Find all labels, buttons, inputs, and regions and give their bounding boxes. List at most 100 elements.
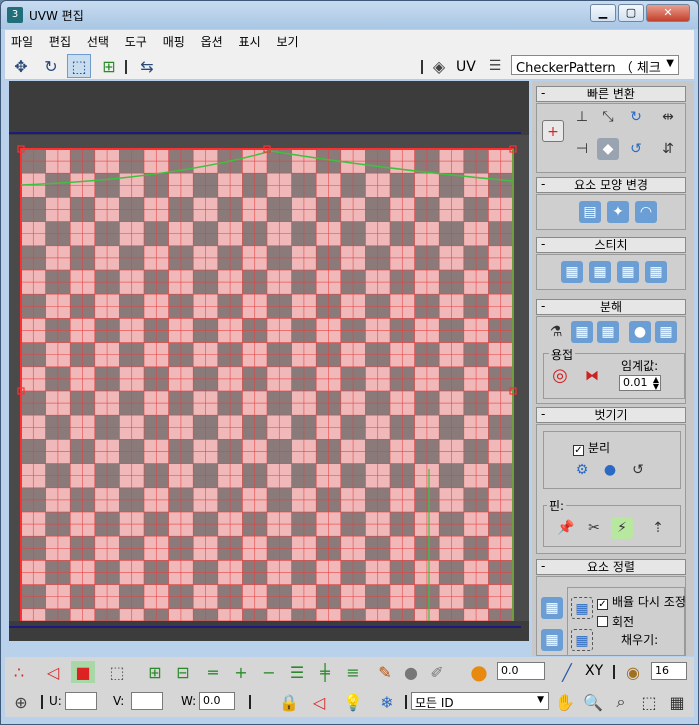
title-bar[interactable]: 3 UVW 편집 ▁ ▢ ✕ (1, 1, 698, 29)
space-horizontal-icon[interactable]: ⇹ (657, 106, 679, 128)
rollout-quick-transform[interactable]: - 빠른 변환 (536, 86, 686, 102)
edge-distance-field[interactable]: 16 (651, 662, 687, 680)
pack-normalize-icon[interactable]: ▦ (571, 597, 593, 619)
menu-edit[interactable]: 편집 (43, 30, 77, 50)
close-button[interactable]: ✕ (646, 4, 690, 22)
relax-icon[interactable]: ✦ (607, 201, 629, 223)
element-mode-icon[interactable]: ⬚ (105, 661, 129, 683)
edge-mode-icon[interactable]: ◁ (41, 661, 65, 683)
settings-icon[interactable]: ☰ (483, 54, 507, 78)
paint-select-icon[interactable]: ✎ (373, 661, 397, 683)
menu-display[interactable]: 표시 (233, 30, 267, 50)
straighten-selection-icon[interactable]: ▤ (579, 201, 601, 223)
align-horizontal-icon[interactable]: ⊥ (571, 106, 593, 128)
rotate-cw-icon[interactable]: ↻ (625, 106, 647, 128)
falloff-field[interactable]: 0.0 (497, 662, 545, 680)
loop-grow-icon[interactable]: + (229, 661, 253, 683)
scale-icon[interactable]: ⬚ (67, 54, 91, 78)
rotate-checkbox[interactable]: 회전 (597, 613, 634, 630)
select-pins-icon[interactable]: ⇡ (647, 517, 669, 539)
u-field[interactable] (65, 692, 97, 710)
weld-threshold-icon[interactable]: ⧓ (581, 365, 603, 387)
detach-edge-icon[interactable]: ▦ (571, 321, 593, 343)
w-field[interactable]: 0.0 (199, 692, 235, 710)
threshold-spinner[interactable]: 0.01 ▲ ▼ (619, 375, 661, 391)
pan-icon[interactable]: ✋ (553, 691, 577, 713)
rollout-reshape[interactable]: - 요소 모양 변경 (536, 177, 686, 193)
rollout-explode[interactable]: - 분해 (536, 299, 686, 315)
loop-shrink-icon[interactable]: − (257, 661, 281, 683)
v-field[interactable] (131, 692, 163, 710)
id-dropdown[interactable]: 모든 ID ▼ (411, 692, 549, 710)
grow-selection-icon[interactable]: ⊞ (143, 661, 167, 683)
unpin-icon[interactable]: ✂ (583, 517, 605, 539)
limit-icon[interactable]: ◉ (621, 661, 645, 683)
menu-tools[interactable]: 도구 (119, 30, 153, 50)
grid-snap-icon[interactable]: ▦ (665, 691, 689, 713)
soft-selection-icon[interactable]: ● (467, 660, 491, 684)
break-icon[interactable]: ⚗ (545, 321, 567, 343)
ring-grow-icon[interactable]: ╪ (313, 661, 337, 683)
align-pivot-icon[interactable]: + (542, 120, 564, 142)
zoom-icon[interactable]: 🔍 (581, 691, 605, 713)
ring-icon[interactable]: ☰ (285, 661, 309, 683)
rollout-peel[interactable]: - 벗기기 (536, 407, 686, 423)
absolute-offset-icon[interactable]: ⊕ (9, 691, 33, 713)
uv-canvas[interactable] (9, 81, 529, 641)
rollout-stitch[interactable]: - 스티치 (536, 237, 686, 253)
rescale-checkbox[interactable]: ✓ 배율 다시 조정 (597, 593, 686, 610)
pack-custom-icon[interactable]: ▦ (541, 597, 563, 619)
filter-icon[interactable]: ❄ (375, 691, 399, 713)
reset-peel-icon[interactable]: ↺ (627, 459, 649, 481)
menu-mapping[interactable]: 매핑 (157, 30, 191, 50)
stitch-source-icon[interactable]: ▦ (617, 261, 639, 283)
pack-together-icon[interactable]: ▦ (541, 629, 563, 651)
space-vertical-icon[interactable]: ⇵ (657, 138, 679, 160)
menu-select[interactable]: 선택 (81, 30, 115, 50)
freeze-icon[interactable]: 💡 (341, 691, 365, 713)
vertex-mode-icon[interactable]: ∴ (7, 661, 31, 683)
align-vertical-icon[interactable]: ⊣ (571, 138, 593, 160)
face-mode-icon[interactable]: ■ (71, 661, 95, 683)
menu-view[interactable]: 보기 (270, 30, 304, 50)
freeform-icon[interactable]: ⊞ (97, 54, 121, 78)
mirror-icon[interactable]: ⇆ (135, 54, 159, 78)
flatten-icon[interactable]: ▦ (597, 321, 619, 343)
sphere-icon[interactable]: ● (629, 321, 651, 343)
stitch-to-target-icon[interactable]: ▦ (561, 261, 583, 283)
paint-shrink-icon[interactable]: ✐ (425, 661, 449, 683)
peel-mode-icon[interactable]: ● (599, 459, 621, 481)
quick-peel-icon[interactable]: ⚙ (571, 459, 593, 481)
texture-dropdown[interactable]: CheckerPattern （ 체크 ▼ (511, 55, 679, 75)
shrink-selection-icon[interactable]: ⊟ (171, 661, 195, 683)
rotate-ccw-icon[interactable]: ↺ (625, 138, 647, 160)
move-icon[interactable]: ✥ (9, 54, 33, 78)
uv-viewport[interactable] (9, 81, 529, 641)
menu-options[interactable]: 옵션 (195, 30, 229, 50)
pack-rescale-icon[interactable]: ▦ (571, 629, 593, 651)
auto-pin-icon[interactable]: ⚡ (611, 517, 633, 539)
falloff-curve-icon[interactable]: ╱ (555, 661, 579, 683)
align-diagonal-icon[interactable]: ⤡ (597, 106, 619, 128)
paint-grow-icon[interactable]: ● (399, 661, 423, 683)
stitch-custom-icon[interactable]: ▦ (645, 261, 667, 283)
target-weld-icon[interactable]: ◎ (549, 365, 571, 387)
zoom-region-icon[interactable]: ⌕ (609, 691, 633, 713)
lock-icon[interactable]: 🔒 (277, 691, 301, 713)
straighten-icon[interactable]: ◆ (597, 138, 619, 160)
circle-icon[interactable]: ◠ (635, 201, 657, 223)
minimize-button[interactable]: ▁ (590, 4, 616, 22)
rotate-icon[interactable]: ↻ (39, 54, 63, 78)
checker-display-icon[interactable]: ◈ (427, 54, 451, 78)
maximize-button[interactable]: ▢ (618, 4, 644, 22)
detach-checkbox[interactable]: ✓ 분리 (573, 439, 610, 456)
pin-icon[interactable]: 📌 (555, 517, 577, 539)
zoom-extents-icon[interactable]: ⬚ (637, 691, 661, 713)
loop-icon[interactable]: ═ (201, 661, 225, 683)
weld-selected-icon[interactable]: ▦ (655, 321, 677, 343)
ring-shrink-icon[interactable]: ≡ (341, 661, 365, 683)
menu-file[interactable]: 파일 (5, 30, 39, 50)
stitch-average-icon[interactable]: ▦ (589, 261, 611, 283)
hide-icon[interactable]: ◁ (307, 691, 331, 713)
rollout-arrange[interactable]: - 요소 정렬 (536, 559, 686, 575)
